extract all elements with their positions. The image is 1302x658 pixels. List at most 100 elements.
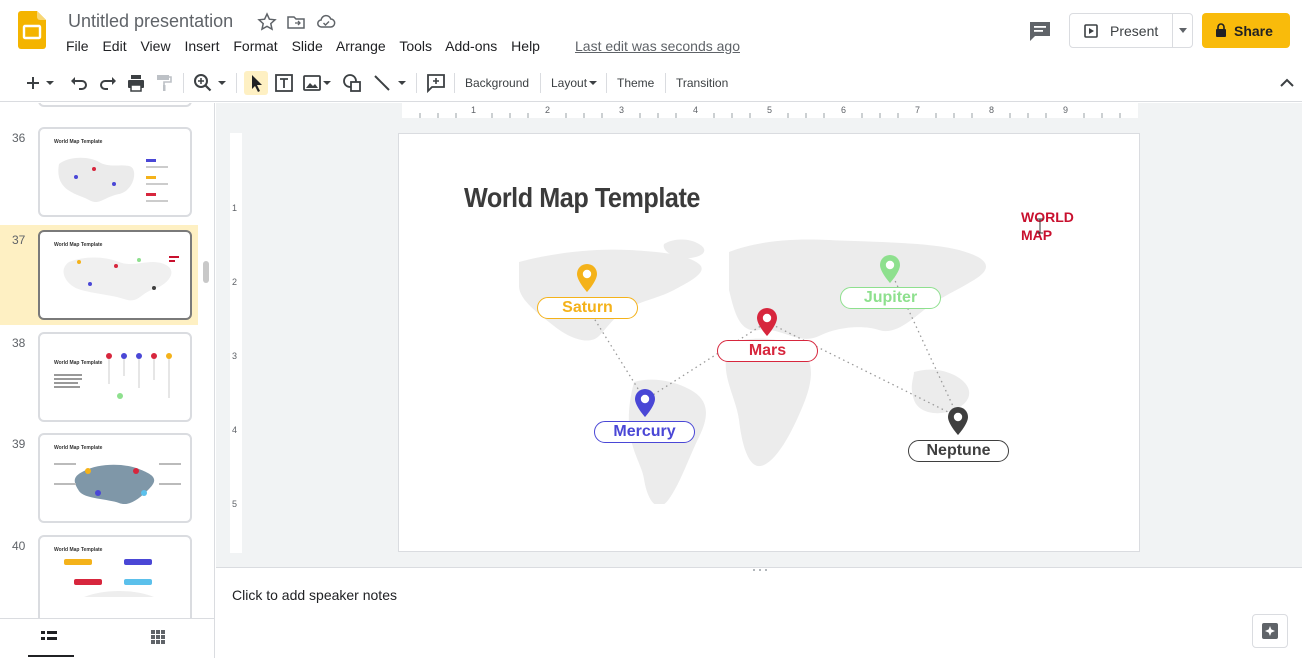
speaker-notes-placeholder[interactable]: Click to add speaker notes: [232, 587, 397, 603]
mercury-label[interactable]: Mercury: [594, 421, 695, 443]
thumbnail-graphic: [58, 157, 168, 203]
slide-thumbnail-40[interactable]: 40 World Map Template: [0, 535, 198, 618]
toolbar-separator: [540, 73, 541, 93]
vertical-ruler[interactable]: 1 2 3 4 5: [230, 133, 242, 553]
menu-edit[interactable]: Edit: [102, 38, 126, 54]
thumbnail-title: World Map Template: [54, 139, 103, 145]
slide-thumbnail-36[interactable]: 36 World Map Template: [0, 127, 198, 227]
menu-file[interactable]: File: [66, 38, 89, 54]
theme-button[interactable]: Theme: [617, 76, 654, 90]
mercury-pin-icon: [635, 389, 655, 417]
line-dropdown-icon[interactable]: [396, 72, 408, 94]
slide-preview: World Map Template: [38, 332, 192, 422]
ruler-label: 9: [1063, 105, 1069, 115]
thumbnail-title: World Map Template: [54, 547, 103, 553]
toolbar-separator: [665, 73, 666, 93]
toolbar: Background Layout Theme Transition: [0, 64, 1302, 102]
horizontal-ruler[interactable]: 1 2 3 4 5 6 7 8 9: [402, 103, 1138, 118]
ruler-label: 4: [232, 425, 238, 435]
slide-thumbnail-37[interactable]: 37 World Map Template: [0, 225, 198, 325]
explore-button[interactable]: [1252, 614, 1288, 648]
shape-icon[interactable]: [341, 72, 363, 94]
menu-tools[interactable]: Tools: [399, 38, 432, 54]
layout-button[interactable]: Layout: [551, 76, 587, 90]
jupiter-label[interactable]: Jupiter: [840, 287, 941, 309]
drag-handle-icon: [753, 569, 767, 571]
slide-number: 38: [12, 336, 26, 350]
slide-number: 37: [12, 233, 26, 247]
menu-arrange[interactable]: Arrange: [336, 38, 386, 54]
filmstrip-view-icon[interactable]: [40, 629, 58, 645]
slide-thumbnail-39[interactable]: 39 World Map Template: [0, 433, 198, 533]
layout-dropdown-icon[interactable]: [589, 79, 597, 87]
transition-button[interactable]: Transition: [676, 76, 728, 90]
background-button[interactable]: Background: [465, 76, 529, 90]
slide-canvas[interactable]: Saturn Jupiter Mars Mercury Neptune Worl…: [399, 134, 1139, 551]
new-slide-icon[interactable]: [22, 72, 44, 94]
lock-icon: [1216, 23, 1226, 37]
explore-icon: [1262, 623, 1278, 639]
toolbar-separator: [454, 73, 455, 93]
toolbar-separator: [416, 73, 417, 93]
present-options-icon[interactable]: [1179, 28, 1187, 33]
star-icon[interactable]: [257, 12, 277, 32]
saturn-pin-icon: [577, 264, 597, 292]
filmstrip-scrollbar[interactable]: [203, 261, 209, 283]
select-tool-icon[interactable]: [244, 71, 268, 95]
speaker-notes-area[interactable]: Click to add speaker notes: [216, 573, 1302, 658]
slide-number: 39: [12, 437, 26, 451]
line-icon[interactable]: [371, 72, 393, 94]
slide-title[interactable]: World Map Template: [464, 182, 700, 214]
paint-format-icon[interactable]: [153, 72, 175, 94]
thumbnail-graphic: [63, 256, 179, 301]
jupiter-pin-icon: [880, 255, 900, 283]
world-map-text[interactable]: WORLD MAP: [1021, 208, 1081, 244]
mars-label[interactable]: Mars: [717, 340, 818, 362]
ruler-label: 6: [841, 105, 847, 115]
collapse-toolbar-icon[interactable]: [1278, 72, 1296, 94]
neptune-label[interactable]: Neptune: [908, 440, 1009, 462]
move-folder-icon[interactable]: [286, 12, 306, 32]
menu-insert[interactable]: Insert: [184, 38, 219, 54]
menu-slide[interactable]: Slide: [292, 38, 323, 54]
present-button[interactable]: Present: [1069, 13, 1193, 48]
ruler-label: 8: [989, 105, 995, 115]
text-box-icon[interactable]: [273, 72, 295, 94]
slides-logo-icon[interactable]: [18, 11, 46, 49]
toolbar-separator: [606, 73, 607, 93]
zoom-icon[interactable]: [192, 72, 214, 94]
image-dropdown-icon[interactable]: [321, 72, 333, 94]
document-title[interactable]: Untitled presentation: [68, 11, 233, 32]
thumbnail-graphic: [64, 559, 154, 597]
saturn-label[interactable]: Saturn: [537, 297, 638, 319]
insert-image-icon[interactable]: [301, 72, 323, 94]
print-icon[interactable]: [125, 72, 147, 94]
grid-view-icon[interactable]: [150, 629, 166, 645]
menu-addons[interactable]: Add-ons: [445, 38, 497, 54]
thumbnail-graphic: [54, 353, 172, 399]
zoom-dropdown-icon[interactable]: [216, 72, 228, 94]
menu-bar: File Edit View Insert Format Slide Arran…: [66, 38, 550, 56]
new-slide-dropdown-icon[interactable]: [44, 72, 56, 94]
comment-history-icon[interactable]: [1028, 20, 1052, 42]
undo-icon[interactable]: [68, 72, 90, 94]
mars-pin-icon: [757, 308, 777, 336]
cloud-saved-icon[interactable]: [316, 12, 336, 32]
redo-icon[interactable]: [97, 72, 119, 94]
menu-help[interactable]: Help: [511, 38, 540, 54]
toolbar-separator: [236, 73, 237, 93]
filmstrip-view-controls: [0, 618, 215, 658]
slide-filmstrip: 36 World Map Template 37 World Map Templ…: [0, 103, 215, 618]
ruler-label: 1: [232, 203, 238, 213]
last-edit-link[interactable]: Last edit was seconds ago: [575, 38, 740, 54]
slide-number: 36: [12, 131, 26, 145]
neptune-pin-icon: [948, 407, 968, 435]
ruler-label: 4: [693, 105, 699, 115]
menu-format[interactable]: Format: [233, 38, 277, 54]
ruler-label: 5: [767, 105, 773, 115]
menu-view[interactable]: View: [140, 38, 170, 54]
share-button[interactable]: Share: [1202, 13, 1290, 48]
add-comment-icon[interactable]: [425, 72, 447, 94]
previous-slide-thumbnail[interactable]: [38, 103, 192, 107]
slide-thumbnail-38[interactable]: 38 World Map Template: [0, 332, 198, 432]
